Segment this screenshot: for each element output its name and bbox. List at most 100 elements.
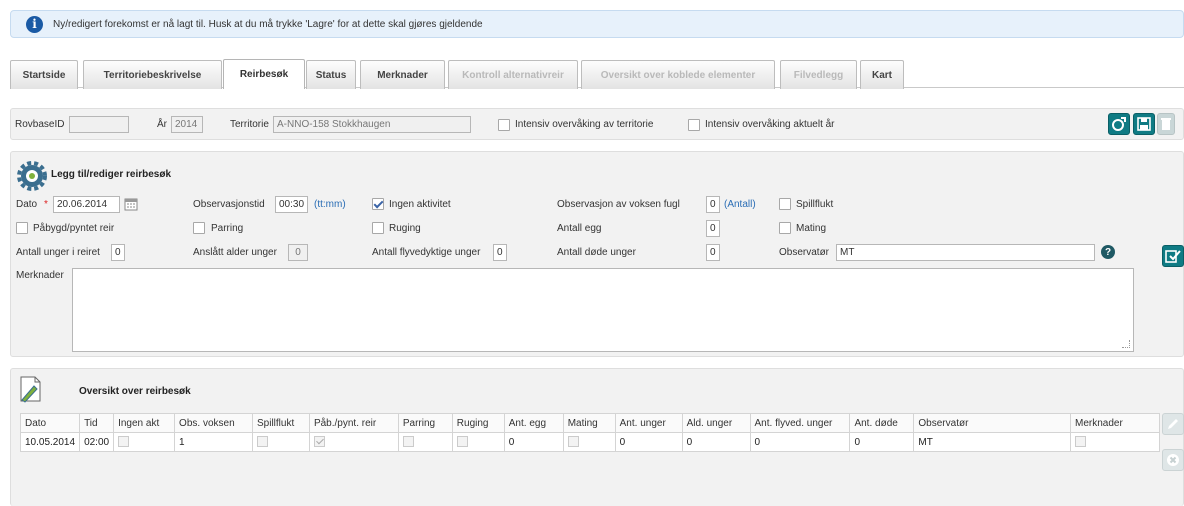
date-label: Dato [16,199,38,210]
cell-mating [397,432,453,452]
help-icon[interactable]: ? [1101,245,1115,259]
gear-icon [17,161,47,191]
edit-visit-panel: Legg til/rediger reirbesøk Dato * 20.06.… [10,151,1184,357]
time-format-hint: (tt:mm) [314,199,346,210]
column-header[interactable]: Ald. unger [681,413,751,433]
column-header[interactable]: Observatør [913,413,1072,433]
no-activity-label: Ingen aktivitet [389,199,451,210]
column-header[interactable]: Parring [397,413,453,433]
column-header[interactable]: Merknader [1070,413,1160,433]
display-flight-checkbox[interactable] [779,198,791,210]
tab-kart[interactable]: Kart [860,60,904,89]
fledged-chicks-label: Antall flyvedyktige unger [372,247,481,258]
refresh-search-button[interactable] [1108,113,1130,135]
tab-filvedlegg: Filvedlegg [780,60,857,89]
column-header[interactable]: Ant. unger [614,413,683,433]
intensive-monitoring-year-checkbox[interactable] [688,119,700,131]
no-activity-checkbox[interactable] [372,198,384,210]
cell-adult-obs: 1 [174,432,253,452]
row-checkbox [118,436,130,448]
chick-age-field: 0 [288,244,308,261]
column-header[interactable]: Tid [79,413,115,433]
save-button[interactable] [1133,113,1155,135]
mating-checkbox[interactable] [193,222,205,234]
resize-grip[interactable] [1122,340,1130,348]
notepad-pencil-icon [20,376,41,403]
column-header[interactable]: Ant. egg [503,413,564,433]
cell-nest-built [308,432,399,452]
nest-built-label: Påbygd/pyntet reir [33,223,115,234]
tab-reirbesok[interactable]: Reirbesøk [223,59,305,89]
adult-observation-label: Observasjon av voksen fugl [557,199,680,210]
floppy-disk-icon [1137,117,1151,131]
delete-row-button[interactable] [1162,449,1184,471]
date-field[interactable]: 20.06.2014 [53,196,120,213]
tab-territoriebeskrivelse[interactable]: Territoriebeskrivelse [83,60,222,89]
row-checkbox [402,436,414,448]
column-header[interactable]: Ruging [451,413,505,433]
rovbase-id-label: RovbaseID [15,119,65,130]
cell-no-activity [113,432,176,452]
required-marker: * [44,199,48,210]
egg-count-label: Antall egg [557,223,602,234]
adult-observation-field[interactable]: 0 [706,196,720,213]
row-checkbox [456,436,468,448]
edit-row-button[interactable] [1162,413,1184,435]
dead-chicks-label: Antall døde unger [557,247,636,258]
remarks-label: Merknader [16,270,64,281]
column-header[interactable]: Obs. voksen [174,413,253,433]
column-header[interactable]: Ant. flyved. unger [749,413,851,433]
tab-kontroll-alternativreir: Kontroll alternativreir [448,60,578,89]
intensive-monitoring-label: Intensiv overvåking av territorie [515,119,654,130]
column-header[interactable]: Mating [562,413,616,433]
observation-time-field[interactable]: 00:30 [275,196,308,213]
chick-age-label: Anslått alder unger [193,247,277,258]
chicks-in-nest-field[interactable]: 0 [111,244,125,261]
intensive-monitoring-year-label: Intensiv overvåking aktuelt år [705,119,835,130]
nest-built-checkbox[interactable] [16,222,28,234]
chicks-in-nest-label: Antall unger i reiret [16,247,100,258]
observation-time-label: Observasjonstid [193,199,265,210]
pencil-icon [1168,419,1178,429]
territory-field: A-NNO-158 Stokkhaugen [273,116,471,133]
visit-table: Dato Tid Ingen akt Obs. voksen Spillfluk… [19,413,1160,452]
cell-dead: 0 [849,432,915,452]
feeding-checkbox[interactable] [779,222,791,234]
tab-bar: Startside Territoriebeskrivelse Reirbesø… [10,58,1184,89]
trash-icon [1161,118,1171,130]
column-header[interactable]: Ant. døde [849,413,915,433]
column-header[interactable]: Påb./pynt. reir [308,413,399,433]
cell-incubation [451,432,505,452]
confirm-visit-button[interactable] [1162,245,1184,267]
column-header[interactable]: Dato [19,413,81,433]
remarks-textarea[interactable] [72,268,1134,352]
dead-chicks-field[interactable]: 0 [706,244,720,261]
cell-time: 02:00 [79,432,115,452]
territory-label: Territorie [230,119,269,130]
cell-display-flight [251,432,310,452]
info-message: Ny/redigert forekomst er nå lagt til. Hu… [53,18,483,30]
record-header: RovbaseID År 2014 Territorie A-NNO-158 S… [10,108,1184,140]
observer-field[interactable]: MT [836,244,1095,261]
tab-merknader[interactable]: Merknader [360,60,445,89]
tab-startside[interactable]: Startside [10,60,78,89]
feeding-label: Mating [796,223,827,234]
cell-date: 10.05.2014 [19,432,81,452]
fledged-chicks-field[interactable]: 0 [493,244,507,261]
info-icon: i [26,15,43,33]
incubation-checkbox[interactable] [372,222,384,234]
calendar-icon[interactable] [124,197,138,211]
cell-fledged: 0 [749,432,851,452]
intensive-monitoring-checkbox[interactable] [498,119,510,131]
delete-button[interactable] [1157,113,1175,135]
egg-count-field[interactable]: 0 [706,220,720,237]
table-row[interactable]: 10.05.2014 02:00 1 0 0 0 0 0 MT [19,432,1160,452]
year-label: År [157,119,167,130]
incubation-label: Ruging [389,223,421,234]
tab-status[interactable]: Status [306,60,356,89]
overview-title: Oversikt over reirbesøk [79,386,191,397]
column-header[interactable]: Ingen akt [113,413,176,433]
column-header[interactable]: Spillflukt [251,413,310,433]
checkmark-icon [1165,250,1181,263]
info-banner: i Ny/redigert forekomst er nå lagt til. … [10,10,1184,38]
